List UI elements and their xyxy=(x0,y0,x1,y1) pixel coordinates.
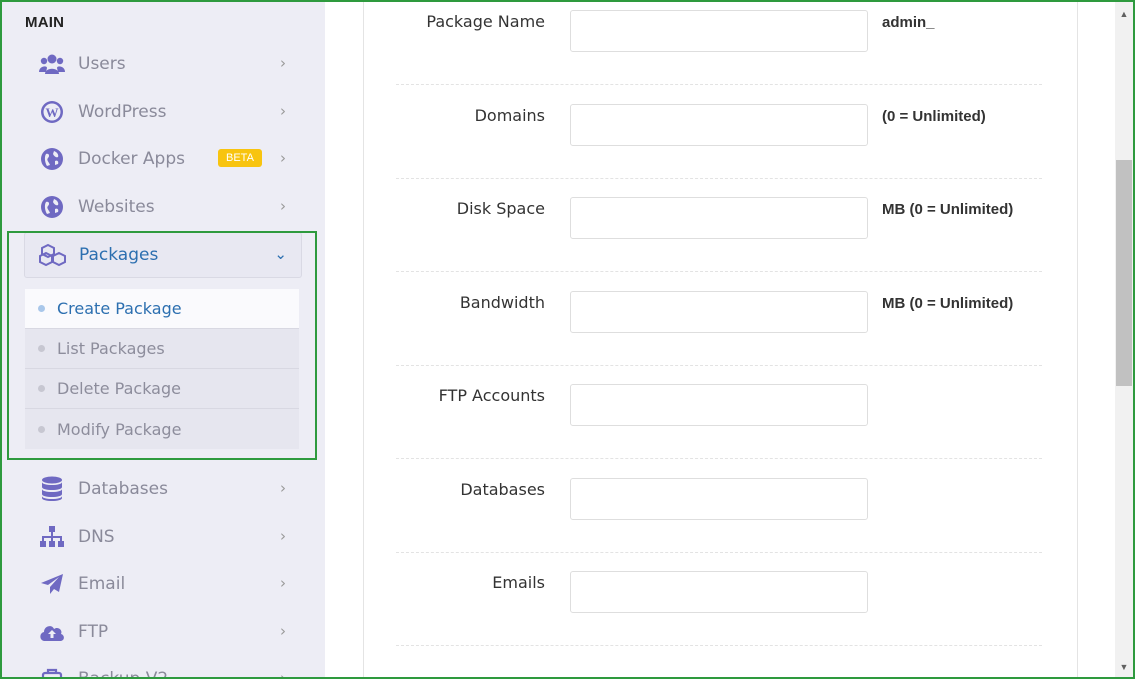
sidebar-item-label: WordPress xyxy=(78,102,167,122)
field-label: Disk Space xyxy=(456,199,545,218)
scroll-up-arrow-icon[interactable]: ▲ xyxy=(1115,6,1133,22)
globe-icon xyxy=(38,145,66,173)
submenu-item-delete-package[interactable]: Delete Package xyxy=(25,369,299,409)
bullet-icon xyxy=(38,425,45,433)
chevron-right-icon: › xyxy=(280,669,286,677)
paper-plane-icon xyxy=(38,570,66,598)
field-suffix: MB (0 = Unlimited) xyxy=(882,201,1014,218)
chevron-right-icon: › xyxy=(280,54,286,72)
domains-input[interactable] xyxy=(570,104,868,146)
chevron-right-icon: › xyxy=(280,479,286,497)
sidebar-item-email[interactable]: Email › xyxy=(24,562,300,606)
bullet-icon xyxy=(38,305,45,312)
chevron-down-icon: ⌄ xyxy=(274,245,287,263)
beta-badge: BETA xyxy=(218,149,262,167)
submenu-item-create-package[interactable]: Create Package xyxy=(25,289,299,329)
form-row-disk-space: Disk Space MB (0 = Unlimited) xyxy=(396,179,1042,272)
database-icon xyxy=(38,475,66,503)
sidebar-item-label: Email xyxy=(78,574,126,594)
package-name-input[interactable] xyxy=(570,10,868,52)
databases-input[interactable] xyxy=(570,478,868,520)
sidebar-item-backup-v2[interactable]: Backup V2 › xyxy=(24,657,300,677)
field-label: FTP Accounts xyxy=(438,386,545,405)
emails-input[interactable] xyxy=(570,571,868,613)
chevron-right-icon: › xyxy=(280,197,286,215)
sidebar-item-label: Databases xyxy=(78,479,168,499)
submenu-item-label: Delete Package xyxy=(57,379,181,398)
form-row-emails: Emails xyxy=(396,553,1042,646)
submenu-item-label: Modify Package xyxy=(57,419,182,439)
sidebar-item-ftp[interactable]: FTP › xyxy=(24,610,300,654)
submenu-item-list-packages[interactable]: List Packages xyxy=(25,329,299,369)
cubes-icon xyxy=(39,241,67,269)
sidebar-item-label: DNS xyxy=(78,527,115,547)
chevron-right-icon: › xyxy=(280,527,286,545)
field-suffix: MB (0 = Unlimited) xyxy=(882,295,1014,312)
sidebar-item-databases[interactable]: Databases › xyxy=(24,467,300,511)
bullet-icon xyxy=(38,385,45,392)
field-label: Package Name xyxy=(426,12,545,31)
backup-icon xyxy=(38,665,66,677)
sidebar-item-label: Backup V2 xyxy=(78,669,168,677)
submenu-item-label: List Packages xyxy=(57,339,165,358)
sidebar-section-title: MAIN xyxy=(25,14,65,31)
sidebar-item-websites[interactable]: Websites › xyxy=(24,185,300,229)
submenu-item-modify-package[interactable]: Modify Package xyxy=(25,409,299,449)
sidebar: MAIN Users › W WordPress › Docker Apps B… xyxy=(2,2,325,677)
cloud-upload-icon xyxy=(38,618,66,646)
vertical-scrollbar[interactable]: ▲ ▼ xyxy=(1115,2,1133,677)
form-row-ftp-accounts: FTP Accounts xyxy=(396,366,1042,459)
field-label: Emails xyxy=(492,573,545,592)
sidebar-item-label: Websites xyxy=(78,197,155,217)
form-row-domains: Domains (0 = Unlimited) xyxy=(396,86,1042,179)
wordpress-icon: W xyxy=(38,98,66,126)
disk-space-input[interactable] xyxy=(570,197,868,239)
bandwidth-input[interactable] xyxy=(570,291,868,333)
sitemap-icon xyxy=(38,523,66,551)
sidebar-item-label: Docker Apps xyxy=(78,149,185,169)
form-row-package-name: Package Name admin_ xyxy=(396,0,1042,85)
field-label: Bandwidth xyxy=(459,293,545,312)
sidebar-item-users[interactable]: Users › xyxy=(24,42,300,86)
form-row-databases: Databases xyxy=(396,460,1042,553)
sidebar-item-docker-apps[interactable]: Docker Apps BETA › xyxy=(24,137,300,181)
field-suffix: admin_ xyxy=(882,14,935,31)
scrollbar-thumb[interactable] xyxy=(1116,160,1132,386)
bullet-icon xyxy=(38,345,45,352)
field-label: Domains xyxy=(474,106,545,125)
ftp-accounts-input[interactable] xyxy=(570,384,868,426)
chevron-right-icon: › xyxy=(280,622,286,640)
packages-submenu: Create Package List Packages Delete Pack… xyxy=(25,289,299,449)
chevron-right-icon: › xyxy=(280,574,286,592)
sidebar-item-label: Users xyxy=(78,54,126,74)
chevron-right-icon: › xyxy=(280,149,286,167)
field-suffix: (0 = Unlimited) xyxy=(882,108,986,125)
scroll-down-arrow-icon[interactable]: ▼ xyxy=(1115,659,1133,675)
sidebar-item-label: FTP xyxy=(78,622,109,642)
globe-icon xyxy=(38,193,66,221)
chevron-right-icon: › xyxy=(280,102,286,120)
users-icon xyxy=(38,50,66,78)
sidebar-item-packages[interactable]: Packages ⌄ xyxy=(24,232,302,278)
sidebar-item-label: Packages xyxy=(79,245,159,265)
svg-text:W: W xyxy=(46,105,59,120)
sidebar-item-wordpress[interactable]: W WordPress › xyxy=(24,90,300,134)
submenu-item-label: Create Package xyxy=(57,299,182,318)
field-label: Databases xyxy=(460,480,545,499)
form-row-bandwidth: Bandwidth MB (0 = Unlimited) xyxy=(396,273,1042,366)
sidebar-item-dns[interactable]: DNS › xyxy=(24,515,300,559)
